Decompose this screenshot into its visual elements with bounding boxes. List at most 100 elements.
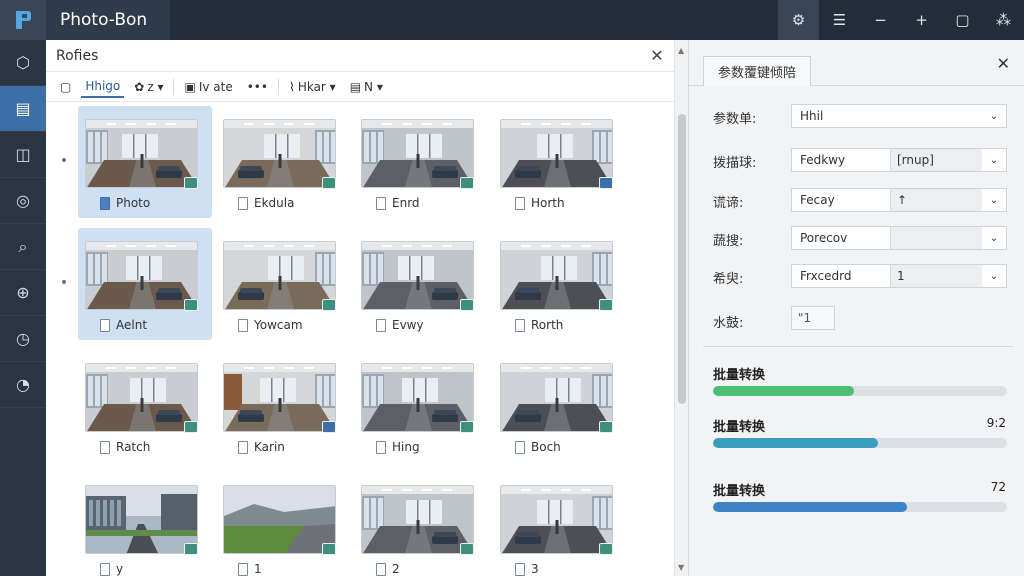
toolbar-layout-button[interactable]: ▤ N ▾	[346, 76, 387, 98]
thumbnail-item[interactable]: 3	[493, 472, 627, 576]
toolbar-label: N ▾	[364, 79, 383, 94]
toolbar-new-icon: ▢	[60, 79, 72, 94]
image-type-badge-icon	[184, 421, 198, 433]
thumbnail-item[interactable]: Ratch	[78, 350, 212, 462]
property-row: 参数单: Hhil ⌄	[713, 104, 1013, 130]
thumbnail-image[interactable]	[361, 119, 474, 188]
thumbnail-item[interactable]: Rorth	[493, 228, 627, 340]
chevron-down-icon[interactable]: ⌄	[982, 111, 1006, 122]
scrollbar-thumb[interactable]	[678, 114, 686, 404]
thumbnail-caption: Photo	[100, 196, 150, 210]
thumbnail-item[interactable]: Aelnt	[78, 228, 212, 340]
property-select[interactable]: Porecov ⌄	[791, 226, 1007, 250]
thumbnail-image[interactable]	[85, 119, 198, 188]
rail-speed-icon[interactable]: ◔	[0, 362, 46, 408]
chevron-down-icon[interactable]: ⌄	[982, 195, 1006, 206]
rail-clock-icon[interactable]: ◷	[0, 316, 46, 362]
thumbnail-image[interactable]	[85, 241, 198, 310]
thumbnail-item[interactable]: Karin	[216, 350, 350, 462]
toolbar-label: z ▾	[147, 79, 164, 94]
thumbnail-item[interactable]: Enrd	[354, 106, 488, 218]
toolbar-filter-button[interactable]: ✿ z ▾	[130, 76, 167, 98]
thumbnail-image[interactable]	[85, 485, 198, 554]
image-type-badge-icon	[184, 177, 198, 189]
thumbnail-item[interactable]: Hing	[354, 350, 488, 462]
add-icon[interactable]: +	[901, 0, 942, 40]
network-icon[interactable]: ⁂	[983, 0, 1024, 40]
thumbnail-image[interactable]	[500, 485, 613, 554]
thumbnail-item[interactable]: Evwy	[354, 228, 488, 340]
property-select[interactable]: Fecay ↑ ⌄	[791, 188, 1007, 212]
app-title: Photo-Bon	[46, 0, 170, 40]
thumbnail-image[interactable]	[223, 363, 336, 432]
progress-label: 批量转换	[713, 368, 766, 383]
thumbnail-item[interactable]: y	[78, 472, 212, 576]
toolbar-more-button[interactable]: •••	[243, 76, 272, 98]
property-select[interactable]: Frxcedrd 1 ⌄	[791, 264, 1007, 288]
image-type-badge-icon	[599, 299, 613, 311]
toolbar-sort-icon: ⌇	[288, 79, 295, 94]
file-icon	[238, 440, 248, 454]
minimize-icon[interactable]: −	[860, 0, 901, 40]
toolbar-image-tab[interactable]: Hhigo	[81, 76, 125, 98]
toolbar-new-button[interactable]: ▢	[56, 76, 75, 98]
thumbnail-image[interactable]	[361, 363, 474, 432]
thumbnail-item[interactable]: Boch	[493, 350, 627, 462]
thumbnail-item[interactable]: Ekdula	[216, 106, 350, 218]
progress-label: 批量转换	[713, 484, 766, 499]
toolbar-view-icon: ▣	[184, 79, 196, 94]
chevron-down-icon[interactable]: ⌄	[982, 233, 1006, 244]
rail-document-icon[interactable]: ▤	[0, 86, 46, 132]
thumbnail-item[interactable]: Horth	[493, 106, 627, 218]
settings-gear-icon[interactable]: ⚙	[778, 0, 819, 40]
menu-list-icon[interactable]: ☰	[819, 0, 860, 40]
property-select[interactable]: Fedkwy [rnup] ⌄	[791, 148, 1007, 172]
panel-close-icon[interactable]: ✕	[643, 46, 671, 65]
thumbnail-item[interactable]: 1	[216, 472, 350, 576]
chevron-down-icon[interactable]: ⌄	[982, 271, 1006, 282]
thumbnail-label: Horth	[531, 196, 565, 210]
property-label: 蔬搜:	[713, 233, 744, 249]
file-icon	[100, 318, 110, 332]
rail-compass-icon[interactable]: ⊕	[0, 270, 46, 316]
chevron-down-icon[interactable]: ⌄	[982, 155, 1006, 166]
rail-search-icon[interactable]: ⌕	[0, 224, 46, 270]
rail-book-icon[interactable]: ◫	[0, 132, 46, 178]
image-type-badge-icon	[322, 543, 336, 555]
property-value: Fecay	[792, 189, 890, 211]
property-select[interactable]: Hhil ⌄	[791, 104, 1007, 128]
thumbnail-label: Karin	[254, 440, 285, 454]
toolbar-sort-button[interactable]: ⌇ Hkar ▾	[285, 76, 340, 98]
thumbnail-caption: Ratch	[100, 440, 150, 454]
thumbnail-label: y	[116, 562, 124, 576]
thumbnail-image[interactable]	[500, 241, 613, 310]
thumbnail-image[interactable]	[85, 363, 198, 432]
thumbnail-caption: Enrd	[376, 196, 420, 210]
thumbnail-label: Hing	[392, 440, 420, 454]
thumbnail-image[interactable]	[500, 119, 613, 188]
properties-tab[interactable]: 参数覆键倾陪	[703, 56, 811, 86]
title-bar: Photo-Bon ⚙ ☰ − + ▢ ⁂	[0, 0, 1024, 40]
thumbnail-image[interactable]	[361, 241, 474, 310]
thumbnail-item[interactable]: Photo	[78, 106, 212, 218]
thumbnail-image[interactable]	[223, 485, 336, 554]
rail-cube-icon[interactable]: ⬡	[0, 40, 46, 86]
document-icon[interactable]: ▢	[942, 0, 983, 40]
scroll-down-icon[interactable]: ▼	[678, 563, 684, 572]
properties-close-icon[interactable]: ✕	[997, 54, 1010, 73]
thumbnail-image[interactable]	[500, 363, 613, 432]
vertical-scrollbar[interactable]: ▲ ▼	[674, 40, 688, 576]
scroll-up-icon[interactable]: ▲	[678, 46, 684, 55]
thumbnail-item[interactable]: 2	[354, 472, 488, 576]
thumbnail-image[interactable]	[223, 241, 336, 310]
toolbar-view-button[interactable]: ▣ Iv ate	[180, 76, 236, 98]
thumbnail-item[interactable]: Yowcam	[216, 228, 350, 340]
rail-user-icon[interactable]: ◎	[0, 178, 46, 224]
progress-fill	[713, 502, 908, 512]
property-small-input[interactable]: "1	[791, 306, 835, 330]
thumbnail-label: Yowcam	[254, 318, 303, 332]
thumbnail-label: Enrd	[392, 196, 420, 210]
file-icon	[515, 562, 525, 576]
thumbnail-image[interactable]	[361, 485, 474, 554]
thumbnail-image[interactable]	[223, 119, 336, 188]
